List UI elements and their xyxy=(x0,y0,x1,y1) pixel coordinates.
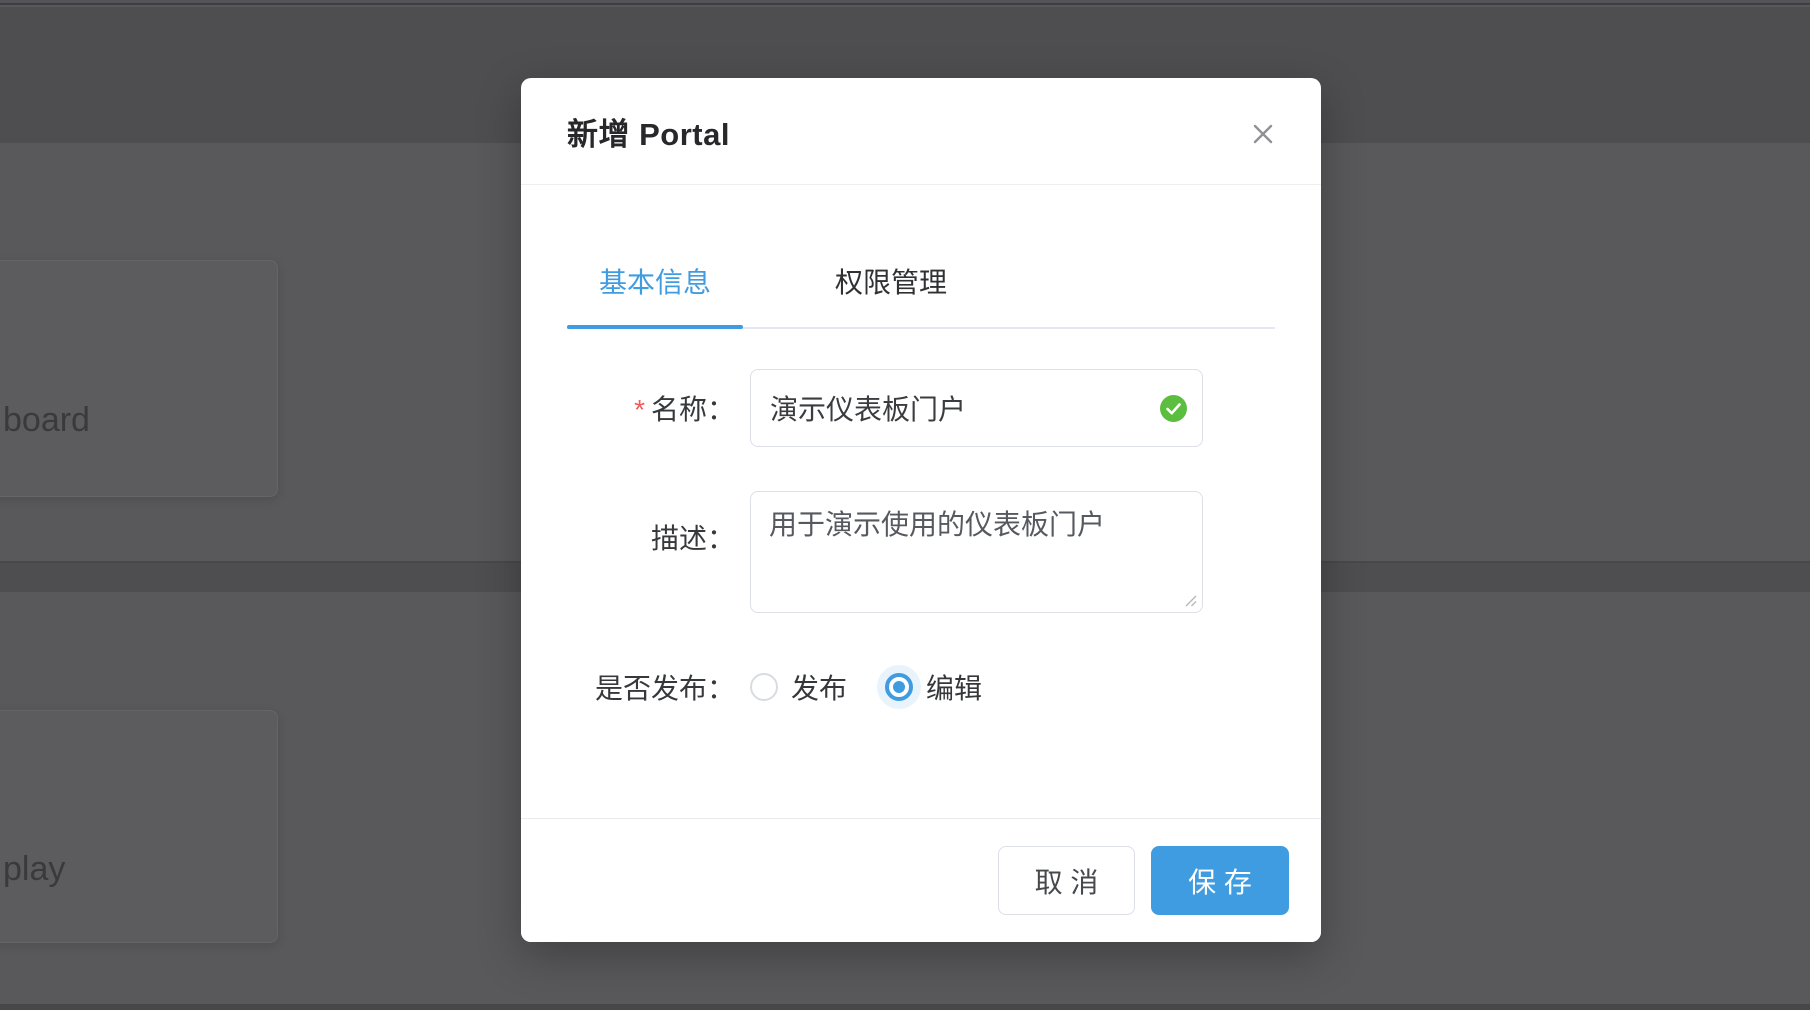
name-label-text: 名称： xyxy=(651,394,735,425)
name-input-wrap xyxy=(750,369,1203,447)
publish-label: 是否发布： xyxy=(567,667,735,707)
description-label: 描述： xyxy=(567,491,735,557)
background-card-display: play xyxy=(0,710,278,943)
radio-checked-icon xyxy=(885,673,913,701)
radio-publish-label: 发布 xyxy=(791,667,847,707)
dialog-footer: 取 消 保 存 xyxy=(521,818,1321,942)
dialog-header: 新增 Portal xyxy=(521,78,1321,185)
tab-bar: 基本信息 权限管理 xyxy=(567,241,1275,329)
publish-radio-group: 发布 编辑 xyxy=(750,667,982,707)
radio-publish[interactable]: 发布 xyxy=(750,667,847,707)
description-value: 用于演示使用的仪表板门户 xyxy=(769,509,1105,540)
description-textarea[interactable]: 用于演示使用的仪表板门户 xyxy=(750,491,1203,613)
background-card-title: play xyxy=(3,850,65,888)
resize-handle-icon[interactable] xyxy=(1183,593,1198,608)
dialog-title: 新增 Portal xyxy=(567,109,730,154)
radio-edit[interactable]: 编辑 xyxy=(885,667,982,707)
name-input[interactable] xyxy=(750,369,1203,447)
close-icon xyxy=(1247,118,1279,150)
close-button[interactable] xyxy=(1243,114,1283,154)
screen: board play 新增 Portal 基本信息 权限管理 *名称： xyxy=(0,0,1810,1010)
name-label: *名称： xyxy=(567,388,735,428)
cancel-button[interactable]: 取 消 xyxy=(998,846,1135,915)
tab-permissions[interactable]: 权限管理 xyxy=(803,241,979,327)
radio-edit-label: 编辑 xyxy=(926,667,982,707)
valid-check-icon xyxy=(1160,395,1187,422)
description-field-row: 描述： 用于演示使用的仪表板门户 xyxy=(567,491,1321,613)
background-card-dashboard: board xyxy=(0,260,278,497)
tab-label: 权限管理 xyxy=(835,267,947,298)
portal-form: *名称： 描述： 用于演示使用的仪表板门户 xyxy=(521,369,1321,715)
background-bottom-strip xyxy=(0,1004,1810,1010)
tab-basic-info[interactable]: 基本信息 xyxy=(567,241,743,327)
radio-unchecked-icon xyxy=(750,673,778,701)
name-field-row: *名称： xyxy=(567,369,1321,447)
background-card-title: board xyxy=(3,401,90,439)
save-button[interactable]: 保 存 xyxy=(1151,846,1289,915)
add-portal-dialog: 新增 Portal 基本信息 权限管理 *名称： xyxy=(521,78,1321,942)
required-asterisk: * xyxy=(634,394,645,425)
background-top-strip xyxy=(0,0,1810,5)
tab-label: 基本信息 xyxy=(599,267,711,298)
publish-field-row: 是否发布： 发布 编辑 xyxy=(567,659,1321,715)
